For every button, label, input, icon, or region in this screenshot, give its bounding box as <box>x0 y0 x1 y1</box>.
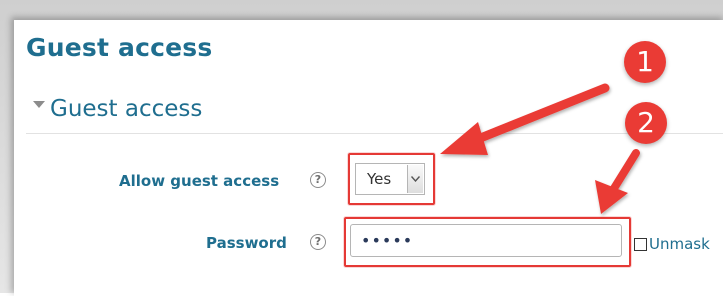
section-divider <box>26 133 723 134</box>
unmask-label: Unmask <box>649 235 710 253</box>
unmask-toggle[interactable]: Unmask <box>634 235 710 253</box>
password-input[interactable] <box>350 224 622 257</box>
caret-down-icon <box>33 100 45 108</box>
password-label: Password <box>206 234 287 252</box>
chevron-down-icon <box>407 165 423 193</box>
allow-guest-access-select[interactable]: Yes <box>355 163 425 195</box>
page-title: Guest access <box>26 33 213 62</box>
callout-badge-1: 1 <box>624 41 666 83</box>
allow-guest-access-label: Allow guest access <box>119 172 280 190</box>
unmask-checkbox[interactable] <box>634 237 647 251</box>
help-icon[interactable]: ? <box>310 234 326 250</box>
section-toggle-guest-access[interactable]: Guest access <box>33 96 202 122</box>
section-title: Guest access <box>50 96 203 122</box>
help-icon[interactable]: ? <box>310 172 326 188</box>
select-value: Yes <box>367 170 392 188</box>
callout-badge-2: 2 <box>625 102 667 144</box>
